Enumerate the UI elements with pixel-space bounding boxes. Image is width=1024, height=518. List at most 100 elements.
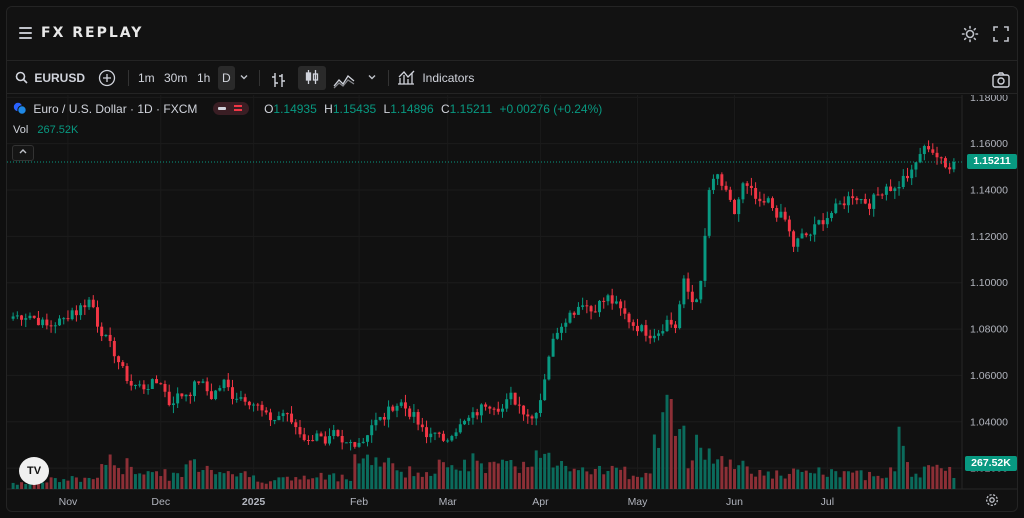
legend-toggle[interactable] xyxy=(212,102,249,115)
volume-bar xyxy=(733,469,736,489)
candle-body xyxy=(657,333,661,336)
theme-sun-icon[interactable] xyxy=(961,25,979,43)
volume-bar xyxy=(640,477,644,489)
timeframe-dropdown[interactable] xyxy=(239,62,249,94)
candle-body xyxy=(437,432,441,434)
volume-legend: Vol 267.52K xyxy=(13,124,78,136)
candle-body xyxy=(218,388,222,391)
volume-bar xyxy=(813,473,817,489)
fullscreen-icon[interactable] xyxy=(992,25,1010,43)
volume-bar xyxy=(484,473,488,489)
candle-body xyxy=(846,196,850,206)
candle-body xyxy=(49,325,53,327)
volume-bar xyxy=(104,464,108,489)
candle-body xyxy=(787,219,791,232)
candle-body xyxy=(673,324,677,329)
volume-bar xyxy=(564,465,568,489)
volume-bar xyxy=(787,473,791,489)
chart-area[interactable]: 1.18000 1.16000 1.14000 1.12000 1.10000 1.080… xyxy=(7,92,1018,512)
candle-body xyxy=(429,433,433,438)
volume-bar xyxy=(247,477,251,489)
y-tick-label: 1.16000 xyxy=(970,138,1008,150)
timeframe-1m[interactable]: 1m xyxy=(138,62,155,94)
candle-body xyxy=(711,178,715,191)
volume-bar xyxy=(910,476,914,489)
volume-bar xyxy=(463,459,466,489)
screenshot-button[interactable] xyxy=(991,69,1011,88)
volume-bar xyxy=(690,460,694,489)
volume-bar xyxy=(70,476,74,489)
high-label: H xyxy=(324,102,333,116)
volume-bar xyxy=(771,478,774,489)
volume-bar xyxy=(821,474,825,489)
menu-icon[interactable] xyxy=(19,27,32,39)
candle-body xyxy=(513,392,517,405)
candle-body xyxy=(450,436,454,441)
candle-body xyxy=(353,442,357,447)
toolbar-divider xyxy=(259,70,260,86)
tradingview-logo[interactable]: TV xyxy=(19,457,49,485)
volume-bar xyxy=(876,475,880,489)
candle-body xyxy=(914,162,918,170)
volume-bar xyxy=(652,434,656,489)
brand-logo: FX REPLAY xyxy=(41,25,144,41)
compare-symbol-button[interactable] xyxy=(98,69,116,87)
candle-body xyxy=(129,380,133,386)
chart-type-dropdown[interactable] xyxy=(367,62,377,94)
candle-body xyxy=(349,442,353,444)
volume-bar xyxy=(842,471,846,489)
volume-bar xyxy=(522,461,526,489)
area-chart-type-button[interactable] xyxy=(333,69,355,89)
candle-body xyxy=(775,208,779,218)
volume-bar xyxy=(378,466,382,489)
x-tick-label: Feb xyxy=(350,496,368,508)
candle-body xyxy=(901,175,905,188)
chart-settings-button[interactable] xyxy=(985,493,999,510)
volume-bar xyxy=(880,478,884,489)
candle-body xyxy=(344,442,348,444)
x-tick-label: Nov xyxy=(59,496,78,508)
candle-body xyxy=(661,331,665,334)
candle-body xyxy=(652,335,656,339)
timeframe-30m[interactable]: 30m xyxy=(164,62,187,94)
volume-bar xyxy=(593,468,597,489)
candle-body xyxy=(125,366,129,381)
volume-bar xyxy=(437,459,441,489)
volume-bar xyxy=(391,463,395,489)
candle-body xyxy=(475,412,479,416)
volume-label: Vol xyxy=(13,124,29,136)
indicators-button[interactable]: Indicators xyxy=(397,62,474,94)
price-chart[interactable]: 1.18000 1.16000 1.14000 1.12000 1.10000 1.080… xyxy=(7,92,1018,512)
collapse-legend-button[interactable] xyxy=(12,145,34,161)
candle-body xyxy=(910,169,914,179)
candle-body xyxy=(209,391,213,400)
symbol-search[interactable]: EURUSD xyxy=(15,62,85,94)
candle-body xyxy=(366,435,369,442)
candle-body xyxy=(467,417,471,421)
candle-body xyxy=(36,317,40,326)
timeframe-d[interactable]: D xyxy=(218,66,235,90)
candle-body xyxy=(226,379,230,388)
volume-bar xyxy=(796,469,800,489)
candle-body xyxy=(112,340,116,357)
bar-chart-type-button[interactable] xyxy=(270,69,288,87)
candle-body xyxy=(707,190,711,236)
candle-body xyxy=(648,335,652,339)
volume-bar xyxy=(163,469,167,489)
volume-bar xyxy=(298,479,302,489)
volume-bar xyxy=(349,480,353,489)
candle-chart-type-button[interactable] xyxy=(298,66,326,90)
volume-bar xyxy=(749,473,753,489)
volume-bar xyxy=(425,472,429,489)
timeframe-1h[interactable]: 1h xyxy=(197,62,210,94)
candle-body xyxy=(91,299,95,308)
candle-body xyxy=(703,235,707,281)
x-tick-label: Jul xyxy=(821,496,834,508)
candle-body xyxy=(804,233,808,236)
volume-bar xyxy=(737,465,741,489)
candle-body xyxy=(311,440,315,442)
candle-body xyxy=(155,379,159,384)
volume-bar xyxy=(551,467,555,489)
candle-body xyxy=(543,379,547,401)
volume-bar xyxy=(83,477,87,489)
